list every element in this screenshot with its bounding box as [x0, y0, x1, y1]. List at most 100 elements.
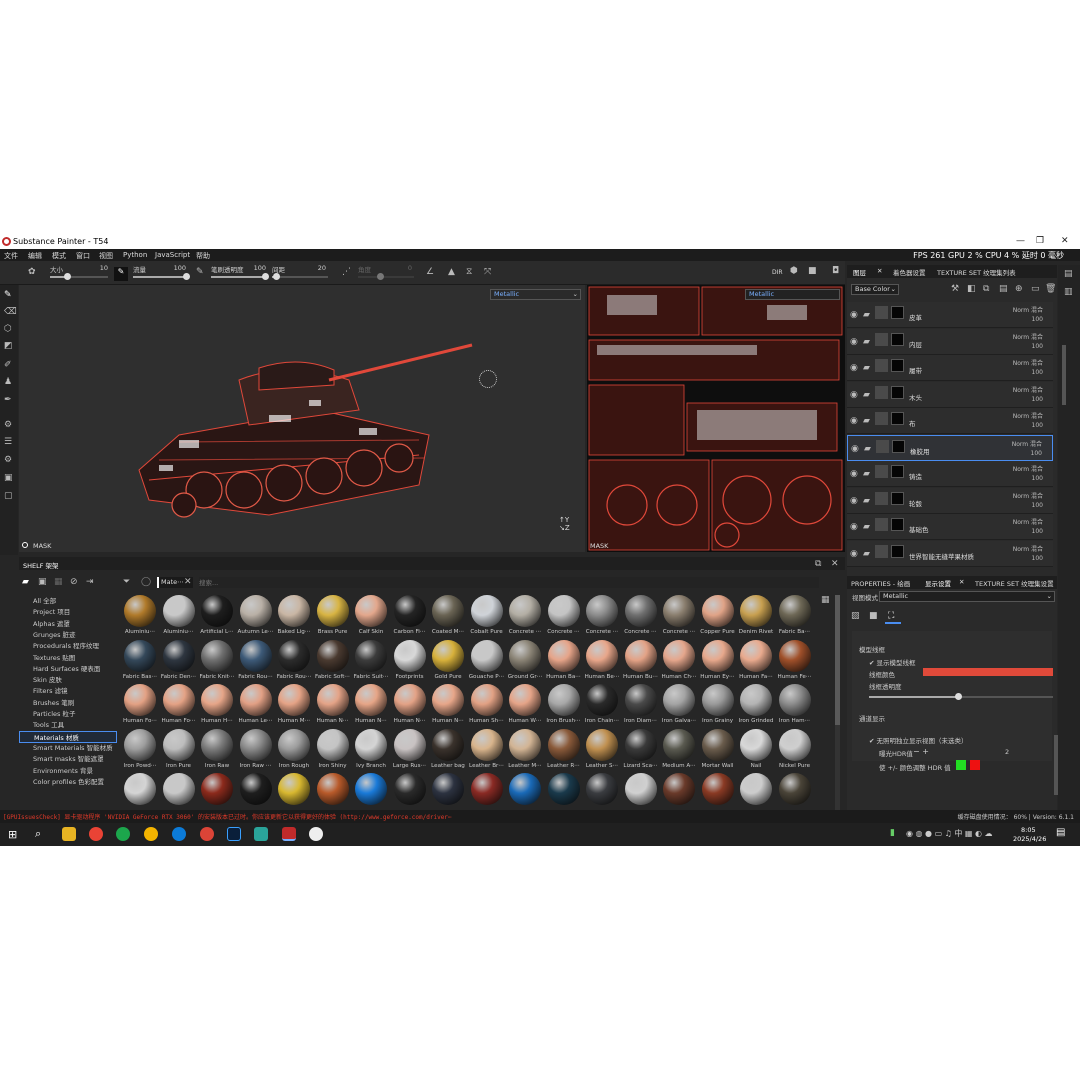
import-icon[interactable]: ⇥ — [86, 577, 94, 587]
photoshop-taskbar-icon[interactable] — [227, 827, 241, 841]
polygon-fill-icon[interactable]: ◩ — [4, 341, 13, 351]
menu-javascript[interactable]: JavaScript — [155, 251, 190, 259]
layer-opacity[interactable]: 100 — [1032, 555, 1043, 562]
show-wire-checkbox[interactable]: ✔ 显示模型线框 — [869, 657, 916, 667]
layer-blend-mode[interactable]: Norm 混合 — [1013, 332, 1043, 341]
folder-icon[interactable]: ▰ — [864, 444, 871, 454]
filter-icon[interactable]: ⏷ — [123, 577, 130, 587]
layer-blend-mode[interactable]: Norm 混合 — [1013, 517, 1043, 526]
clone-icon[interactable]: ♟ — [4, 377, 12, 387]
folder-icon[interactable]: ▰ — [863, 496, 870, 506]
tab-layers-close-icon[interactable]: ✕ — [877, 267, 882, 275]
visibility-eye-icon[interactable]: ◉ — [850, 363, 858, 373]
material-item[interactable] — [545, 773, 583, 812]
tab-shader-settings[interactable]: 着色器设置 — [893, 267, 926, 277]
material-item[interactable] — [776, 773, 814, 812]
material-item[interactable]: Leather Br⋯ — [468, 728, 506, 773]
shelf-close-icon[interactable]: ✕ — [831, 559, 839, 569]
material-item[interactable]: Leather bag — [429, 728, 467, 773]
layer-opacity[interactable]: 100 — [1032, 528, 1043, 535]
layer-mask-thumbnail[interactable] — [891, 465, 904, 478]
shelf-category[interactable]: Environments 背景 — [33, 765, 93, 775]
wire-color-swatch[interactable] — [923, 668, 1053, 676]
menu-help[interactable]: 帮助 — [196, 251, 210, 261]
material-item[interactable]: Iron Powd⋯ — [121, 728, 159, 773]
viewport-3d-mode-select[interactable]: Metallic ⌄ — [490, 289, 581, 300]
material-item[interactable]: Human N⋯ — [352, 684, 390, 728]
material-item[interactable]: Iron Pure — [160, 728, 198, 773]
material-item[interactable]: Nickel Pure — [776, 728, 814, 773]
shelf-category[interactable]: Procedurals 程序纹理 — [33, 640, 99, 650]
add-effect-icon[interactable]: ⚒ — [951, 284, 959, 294]
material-item[interactable]: Human Le⋯ — [237, 684, 275, 728]
material-item[interactable]: Iron Grainy — [699, 684, 737, 728]
viewport-2d[interactable]: Metallic MASK — [587, 285, 845, 552]
layer-row[interactable]: ◉ ▰ 橡胶用 Norm 混合 100 — [847, 434, 1053, 461]
channel-select[interactable]: Base Color ⌄ — [851, 284, 899, 295]
material-item[interactable]: Mortar Wall — [699, 728, 737, 773]
material-item[interactable]: Copper Pure — [699, 595, 737, 639]
layer-row[interactable]: ◉ ▰ 内层 Norm 混合 100 — [847, 328, 1053, 355]
plugin-icon[interactable]: ▢ — [4, 491, 13, 501]
material-item[interactable]: Concrete ⋯ — [583, 595, 621, 639]
menu-file[interactable]: 文件 — [4, 251, 18, 261]
app-green-icon[interactable] — [116, 827, 130, 841]
visibility-eye-icon[interactable]: ◉ — [850, 390, 858, 400]
layers-scrollbar[interactable] — [1062, 345, 1066, 405]
camera-cube-icon[interactable]: ⬢ — [790, 266, 798, 276]
settings-icon[interactable]: ⚙ — [4, 420, 12, 430]
material-item[interactable] — [583, 773, 621, 812]
properties-scrollbar[interactable] — [1054, 735, 1058, 795]
material-item[interactable]: Large Rus⋯ — [391, 728, 429, 773]
material-item[interactable] — [237, 773, 275, 812]
notification-icon[interactable]: ▤ — [1056, 827, 1065, 838]
material-item[interactable] — [275, 773, 313, 812]
menu-mode[interactable]: 模式 — [52, 251, 66, 261]
shelf-category[interactable]: Tools 工具 — [33, 719, 64, 729]
add-folder-icon[interactable]: ▭ — [1031, 284, 1040, 294]
layer-opacity[interactable]: 100 — [1031, 450, 1042, 457]
visibility-eye-icon[interactable]: ◉ — [850, 310, 858, 320]
eraser-icon[interactable]: ⌫ — [4, 307, 17, 317]
projection-icon[interactable]: ⬡ — [4, 324, 12, 334]
material-item[interactable] — [737, 773, 775, 812]
close-icon[interactable]: ✕ — [1061, 236, 1069, 246]
lazy-mouse-icon[interactable]: ⤧ — [484, 267, 491, 277]
pen-pressure-icon[interactable]: ✎ — [114, 267, 128, 281]
layer-opacity[interactable]: 100 — [1032, 316, 1043, 323]
side-layers-icon[interactable]: ▤ — [1064, 269, 1073, 279]
material-item[interactable]: Human N⋯ — [391, 684, 429, 728]
material-item[interactable] — [429, 773, 467, 812]
layer-opacity[interactable]: 100 — [1032, 475, 1043, 482]
layer-row[interactable]: ◉ ▰ 布 Norm 混合 100 — [847, 408, 1053, 434]
material-item[interactable]: Iron Rough — [275, 728, 313, 773]
material-item[interactable] — [198, 773, 236, 812]
material-item[interactable]: Human Fo⋯ — [160, 684, 198, 728]
material-item[interactable]: Autumn Le⋯ — [237, 595, 275, 639]
material-item[interactable] — [660, 773, 698, 812]
material-item[interactable]: Iron Grinded — [737, 684, 775, 728]
material-item[interactable]: Iron Raw ⋯ — [237, 728, 275, 773]
bake-icon[interactable]: ⚙ — [4, 455, 12, 465]
material-item[interactable]: Fabric Suit⋯ — [352, 639, 390, 684]
shelf-category[interactable]: Brushes 笔刷 — [33, 697, 74, 707]
material-item[interactable]: Iron Shiny — [314, 728, 352, 773]
flow-pressure-icon[interactable]: ✎ — [196, 267, 204, 277]
folder-icon[interactable]: ▰ — [863, 310, 870, 320]
layer-mask-thumbnail[interactable] — [892, 439, 905, 453]
substance-painter-taskbar-icon[interactable] — [282, 827, 296, 841]
folder-icon[interactable]: ▰ — [22, 577, 29, 587]
shelf-category[interactable]: Alphas 遮罩 — [33, 618, 70, 628]
layer-opacity[interactable]: 100 — [1032, 396, 1043, 403]
viewport-2d-mode-select[interactable]: Metallic — [745, 289, 840, 300]
layer-row[interactable]: ◉ ▰ 铸造 Norm 混合 100 — [847, 461, 1053, 487]
screenshot-icon[interactable]: ◘ — [832, 266, 839, 276]
layer-blend-mode[interactable]: Norm 混合 — [1013, 385, 1043, 394]
shelf-category[interactable]: Skin 皮肤 — [33, 674, 62, 684]
mirror-icon[interactable]: ⧖ — [466, 267, 472, 277]
spacing-slider[interactable] — [272, 276, 328, 278]
shelf-category[interactable]: Hard Surfaces 硬表面 — [33, 663, 100, 673]
flow-slider-handle[interactable] — [183, 273, 190, 280]
folder-icon[interactable]: ▰ — [863, 469, 870, 479]
material-item[interactable]: Denim Rivet — [737, 595, 775, 639]
